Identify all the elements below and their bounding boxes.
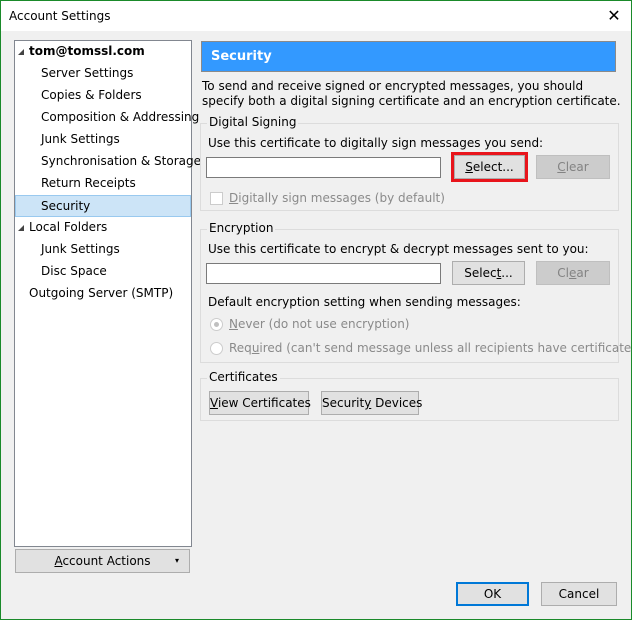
dropdown-arrow-icon: ▾ <box>174 556 179 565</box>
signing-prompt: Use this certificate to digitally sign m… <box>208 136 544 150</box>
button-label: ... <box>501 266 513 280</box>
tree-item-server-settings[interactable]: Server Settings <box>15 63 191 85</box>
page-header: Security <box>201 41 616 72</box>
tree-item-disc-space[interactable]: Disc Space <box>15 261 191 283</box>
tree-item-label: Server Settings <box>41 66 134 80</box>
button-label: ar <box>576 266 589 280</box>
account-tree: tom@tomssl.com Server Settings Copies & … <box>14 40 201 547</box>
required-encrypt-label[interactable]: Required (can't send message unless all … <box>229 341 632 355</box>
button-label: Devices <box>371 396 423 410</box>
tree-item-account[interactable]: tom@tomssl.com <box>15 41 191 63</box>
required-encrypt-radio[interactable] <box>210 342 223 355</box>
sign-by-default-checkbox[interactable] <box>210 192 223 205</box>
radio-text: Req <box>229 341 252 355</box>
ok-button[interactable]: OK <box>456 582 529 606</box>
radio-text: ired (can't send message unless all reci… <box>259 341 632 355</box>
view-certificates-button[interactable]: View Certificates <box>209 391 311 415</box>
tree-item-copies-folders[interactable]: Copies & Folders <box>15 85 191 107</box>
accelerator-key: D <box>229 191 239 205</box>
security-devices-button[interactable]: Security Devices <box>321 391 423 415</box>
tree-item-label: Outgoing Server (SMTP) <box>29 286 174 300</box>
button-label: Cl <box>557 266 570 280</box>
tree-item-label: Local Folders <box>29 220 108 234</box>
button-label: Securit <box>322 396 365 410</box>
encryption-select-button[interactable]: Select... <box>452 261 525 285</box>
tree-item-label: Copies & Folders <box>41 88 142 102</box>
accelerator-key: N <box>229 317 238 331</box>
button-label: Selec <box>464 266 497 280</box>
default-encryption-label: Default encryption setting when sending … <box>208 295 521 309</box>
sign-by-default-label[interactable]: Digitally sign messages (by default) <box>229 191 445 205</box>
group-legend: Certificates <box>207 370 280 384</box>
group-legend: Encryption <box>207 221 276 235</box>
group-legend: Digital Signing <box>207 115 299 129</box>
tree-item-label: Security <box>41 199 91 213</box>
accelerator-key: S <box>465 160 473 174</box>
button-label: elect... <box>472 160 514 174</box>
close-icon[interactable]: ✕ <box>603 5 625 27</box>
accelerator-key: V <box>210 396 218 410</box>
window-title: Account Settings <box>9 9 111 23</box>
tree-item-local-folders[interactable]: Local Folders <box>15 217 191 239</box>
cancel-button[interactable]: Cancel <box>541 582 617 606</box>
intro-text: To send and receive signed or encrypted … <box>202 79 621 108</box>
never-encrypt-radio[interactable] <box>210 318 223 331</box>
button-label: ccount Actions <box>62 554 151 568</box>
account-settings-window: Account Settings ✕ tom@tomssl.com Server… <box>0 0 632 620</box>
certificates-group: Certificates View Certificates Security … <box>200 370 619 421</box>
tree-item-label: Junk Settings <box>41 242 120 256</box>
tree-item-label: Synchronisation & Storage <box>41 154 202 168</box>
tree-item-junk-settings[interactable]: Junk Settings <box>15 129 191 151</box>
signing-clear-button[interactable]: Clear <box>536 155 610 179</box>
account-actions-button[interactable]: Account Actions ▾ <box>15 549 190 573</box>
radio-text: ever (do not use encryption) <box>237 317 410 331</box>
digital-signing-group: Digital Signing Use this certificate to … <box>200 115 619 211</box>
checkbox-text: igitally sign messages (by default) <box>238 191 445 205</box>
never-encrypt-label[interactable]: Never (do not use encryption) <box>229 317 409 331</box>
tree-item-label: Junk Settings <box>41 132 120 146</box>
tree-item-local-junk-settings[interactable]: Junk Settings <box>15 239 191 261</box>
encryption-clear-button[interactable]: Clear <box>536 261 610 285</box>
encryption-prompt: Use this certificate to encrypt & decryp… <box>208 242 589 256</box>
tree-item-outgoing-server[interactable]: Outgoing Server (SMTP) <box>15 283 191 305</box>
tree-item-label: Disc Space <box>41 264 107 278</box>
signing-certificate-field[interactable] <box>206 157 441 178</box>
tree-item-security[interactable]: Security <box>15 195 191 217</box>
accelerator-key: C <box>557 160 566 174</box>
tree-item-label: Composition & Addressing <box>41 110 200 124</box>
title-bar: Account Settings ✕ <box>1 1 631 31</box>
tree-item-composition-addressing[interactable]: Composition & Addressing <box>15 107 199 129</box>
expand-triangle-icon[interactable] <box>18 225 24 231</box>
encryption-certificate-field[interactable] <box>206 263 441 284</box>
signing-select-button[interactable]: Select... <box>451 152 528 182</box>
tree-item-return-receipts[interactable]: Return Receipts <box>15 173 191 195</box>
tree-item-label: tom@tomssl.com <box>29 44 145 58</box>
button-label: lear <box>565 160 589 174</box>
tree-item-label: Return Receipts <box>41 176 136 190</box>
encryption-group: Encryption Use this certificate to encry… <box>200 221 632 363</box>
button-label: iew Certificates <box>217 396 311 410</box>
page-title: Security <box>211 49 272 64</box>
expand-triangle-icon[interactable] <box>18 49 24 55</box>
tree-item-synchronisation-storage[interactable]: Synchronisation & Storage <box>15 151 201 173</box>
